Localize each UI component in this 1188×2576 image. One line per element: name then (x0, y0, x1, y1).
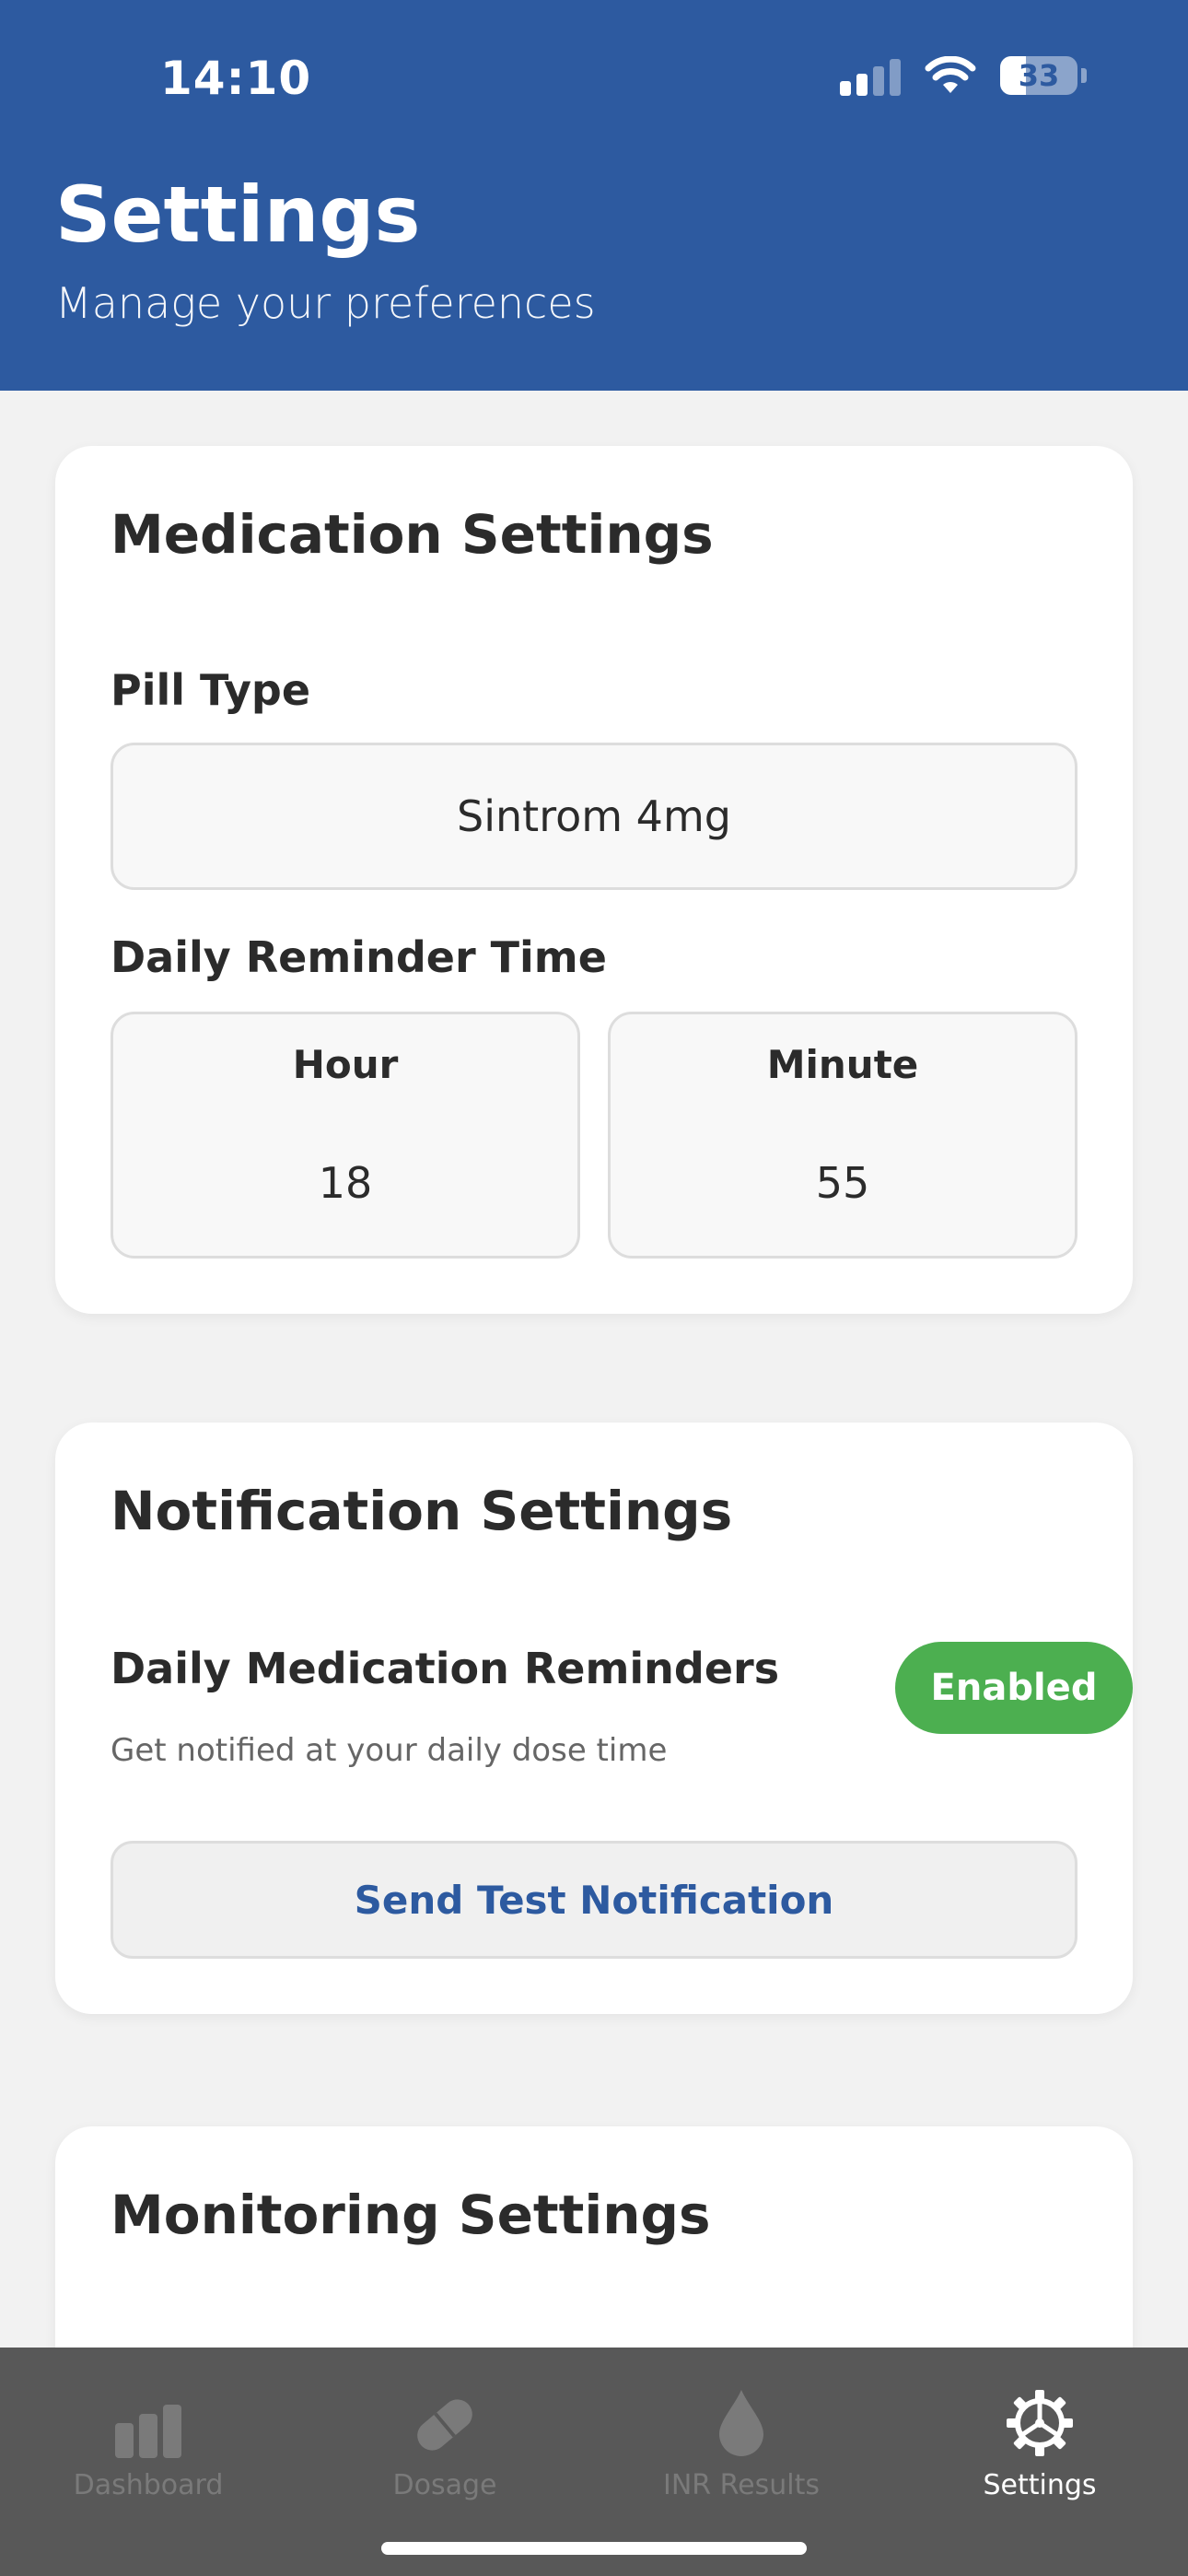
daily-reminders-help: Get notified at your daily dose time (111, 1732, 668, 1769)
wifi-icon (925, 56, 976, 93)
tab-dashboard[interactable]: Dashboard (0, 2366, 297, 2501)
hour-picker[interactable]: Hour 18 (111, 1012, 580, 1259)
pill-icon (417, 2399, 472, 2451)
tab-settings[interactable]: Settings (891, 2366, 1188, 2501)
reminder-time-label: Daily Reminder Time (111, 932, 607, 982)
minute-picker[interactable]: Minute 55 (608, 1012, 1077, 1259)
medication-settings-title: Medication Settings (111, 503, 714, 566)
pill-type-label: Pill Type (111, 665, 311, 715)
tab-inr-results[interactable]: INR Results (593, 2366, 890, 2501)
tab-dashboard-label: Dashboard (73, 2469, 224, 2501)
header: 14:10 33 Settings Manage your preference… (0, 0, 1188, 391)
notification-settings-card: Notification Settings Daily Medication R… (55, 1423, 1133, 2014)
tab-settings-label: Settings (983, 2469, 1097, 2501)
gear-icon (1007, 2390, 1073, 2456)
page-subtitle: Manage your preferences (55, 278, 596, 328)
pill-type-select[interactable]: Sintrom 4mg (111, 743, 1077, 890)
battery-icon: 33 (1000, 56, 1077, 95)
send-test-notification-button[interactable]: Send Test Notification (111, 1841, 1077, 1959)
medication-settings-card: Medication Settings Pill Type Sintrom 4m… (55, 446, 1133, 1314)
hour-value: 18 (318, 1158, 373, 1208)
cellular-signal-icon (840, 55, 901, 96)
battery-level: 33 (1018, 58, 1060, 93)
monitoring-settings-title: Monitoring Settings (111, 2184, 711, 2246)
drop-icon (719, 2390, 763, 2456)
hour-label: Hour (292, 1042, 399, 1087)
reminders-toggle[interactable]: Enabled (895, 1642, 1133, 1734)
minute-value: 55 (815, 1158, 870, 1208)
notification-settings-title: Notification Settings (111, 1480, 733, 1542)
bar-chart-icon (115, 2405, 181, 2458)
home-indicator[interactable] (381, 2542, 807, 2555)
status-time: 14:10 (160, 52, 312, 105)
tab-inr-results-label: INR Results (663, 2469, 820, 2501)
tab-dosage-label: Dosage (392, 2469, 497, 2501)
page-title: Settings (55, 170, 421, 260)
status-icons: 33 (840, 55, 1087, 96)
tab-dosage[interactable]: Dosage (297, 2366, 593, 2501)
minute-label: Minute (766, 1042, 919, 1087)
daily-reminders-label: Daily Medication Reminders (111, 1644, 780, 1693)
